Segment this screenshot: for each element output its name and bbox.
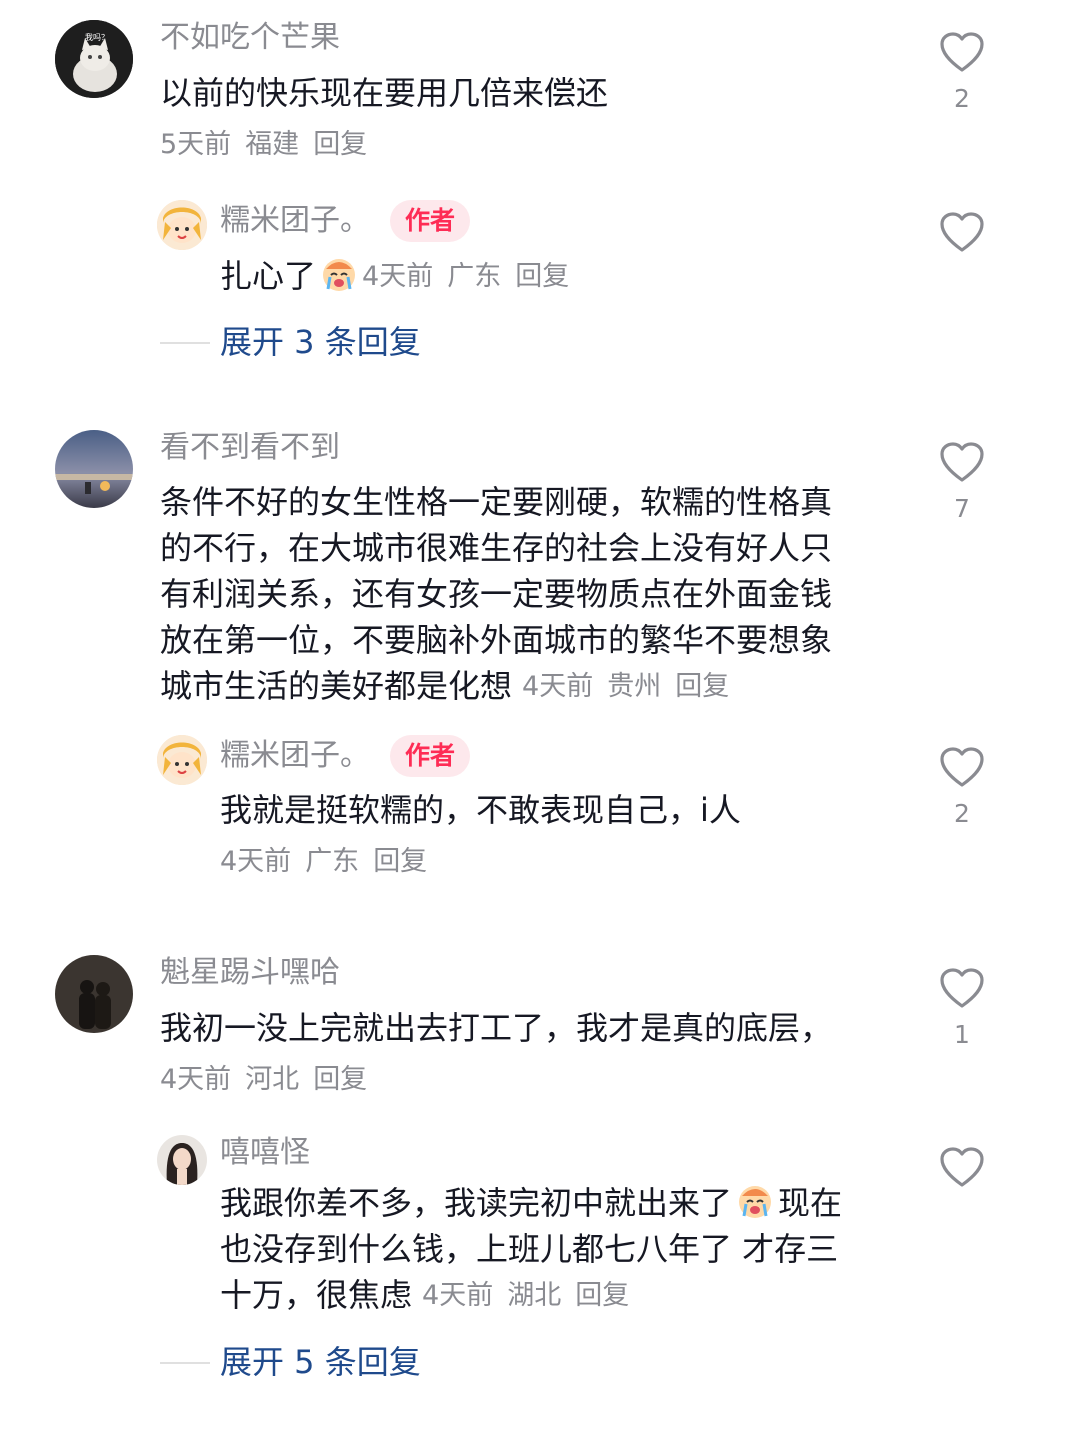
reply-location: 湖北 xyxy=(507,1280,562,1311)
heart-outline-icon[interactable] xyxy=(938,440,986,484)
reply-button[interactable]: 回复 xyxy=(575,1280,629,1311)
expand-replies-button[interactable]: 展开 3 条回复 xyxy=(220,322,421,362)
reply-button[interactable]: 回复 xyxy=(675,671,729,702)
author-badge: 作者 xyxy=(390,735,471,777)
comment-text-line: 城市生活的美好都是化想 xyxy=(160,667,513,705)
reply-button[interactable]: 回复 xyxy=(515,261,569,292)
comment-time: 4天前 xyxy=(522,671,594,702)
comment-location: 贵州 xyxy=(607,671,662,702)
heart-outline-icon[interactable] xyxy=(938,745,986,789)
expand-divider xyxy=(160,342,210,344)
comment-location: 河北 xyxy=(245,1064,300,1095)
reply-text-line: 十万，很焦虑 xyxy=(220,1276,413,1314)
cartoon-girl-avatar-image xyxy=(157,735,207,785)
reply-username[interactable]: 嘻嘻怪 xyxy=(220,1135,310,1171)
reply-location: 广东 xyxy=(447,261,502,292)
like-count: 2 xyxy=(954,799,970,828)
like-count: 7 xyxy=(954,494,970,523)
couple-silhouette-avatar-image xyxy=(55,955,133,1033)
cartoon-girl-avatar-image xyxy=(157,200,207,250)
comment-location: 福建 xyxy=(245,129,300,160)
avatar[interactable] xyxy=(55,955,133,1033)
heart-outline-icon[interactable] xyxy=(938,966,986,1010)
avatar-caption: 我吗？ xyxy=(85,33,109,42)
crying-face-emoji xyxy=(739,1186,772,1218)
comment-username[interactable]: 看不到看不到 xyxy=(160,430,340,466)
reply-username[interactable]: 糯米团子。 xyxy=(220,738,370,774)
like-count: 1 xyxy=(954,1020,970,1049)
comment-meta: 5天前 福建 回复 xyxy=(160,127,381,163)
comment-text: 我初一没上完就出去打工了，我才是真的底层， xyxy=(160,1009,833,1047)
comment-text-line: 有利润关系，还有女孩一定要物质点在外面金钱 xyxy=(160,575,833,613)
reply-button[interactable]: 回复 xyxy=(313,129,367,160)
avatar[interactable] xyxy=(157,1135,207,1185)
reply-text: 我跟你差不多，我读完初中就出来了 现在 也没存到什么钱，上班儿都七八年了 才存三… xyxy=(220,1180,900,1319)
author-badge: 作者 xyxy=(390,200,471,242)
reply-time: 4天前 xyxy=(422,1280,494,1311)
heart-outline-icon[interactable] xyxy=(938,30,986,74)
comment-text: 条件不好的女生性格一定要刚硬，软糯的性格真 的不行，在大城市很难生存的社会上没有… xyxy=(160,479,900,710)
reply-text: 我就是挺软糯的，不敢表现自己，i人 xyxy=(220,791,741,829)
avatar[interactable] xyxy=(157,735,207,785)
expand-divider xyxy=(160,1362,210,1364)
avatar[interactable] xyxy=(157,200,207,250)
reply-text-line: 扎心了 4天前 广东 回复 xyxy=(220,253,583,300)
sunset-beach-avatar-image xyxy=(55,430,133,508)
expand-replies-button[interactable]: 展开 5 条回复 xyxy=(220,1342,421,1382)
like-count: 2 xyxy=(954,84,970,113)
reply-location: 广东 xyxy=(305,846,360,877)
comment-text-line: 的不行，在大城市很难生存的社会上没有好人只 xyxy=(160,529,833,567)
reply-time: 4天前 xyxy=(362,261,434,292)
comment-username[interactable]: 不如吃个芒果 xyxy=(160,20,340,56)
comment-meta: 4天前 河北 回复 xyxy=(160,1062,381,1098)
comment-text: 以前的快乐现在要用几倍来偿还 xyxy=(160,74,609,112)
comment-time: 4天前 xyxy=(160,1064,232,1095)
reply-meta: 4天前 广东 回复 xyxy=(220,844,441,880)
reply-text-line: 现在 xyxy=(778,1184,843,1222)
reply-time: 4天前 xyxy=(220,846,292,877)
comment-time: 5天前 xyxy=(160,129,232,160)
girl-photo-avatar-image xyxy=(157,1135,207,1185)
heart-outline-icon[interactable] xyxy=(938,210,986,254)
heart-outline-icon[interactable] xyxy=(938,1145,986,1189)
avatar[interactable] xyxy=(55,430,133,508)
reply-button[interactable]: 回复 xyxy=(373,846,427,877)
crying-face-emoji xyxy=(323,259,356,291)
comment-text-line: 放在第一位，不要脑补外面城市的繁华不要想象 xyxy=(160,621,833,659)
reply-button[interactable]: 回复 xyxy=(313,1064,367,1095)
comment-text-line: 条件不好的女生性格一定要刚硬，软糯的性格真 xyxy=(160,483,833,521)
comment-username[interactable]: 魁星踢斗嘿哈 xyxy=(160,955,340,991)
reply-text-line: 也没存到什么钱，上班儿都七八年了 才存三 xyxy=(220,1230,839,1268)
reply-text-line: 我跟你差不多，我读完初中就出来了 xyxy=(220,1184,733,1222)
avatar[interactable]: 我吗？ xyxy=(55,20,133,98)
reply-text: 扎心了 xyxy=(220,257,317,295)
reply-username[interactable]: 糯米团子。 xyxy=(220,203,370,239)
